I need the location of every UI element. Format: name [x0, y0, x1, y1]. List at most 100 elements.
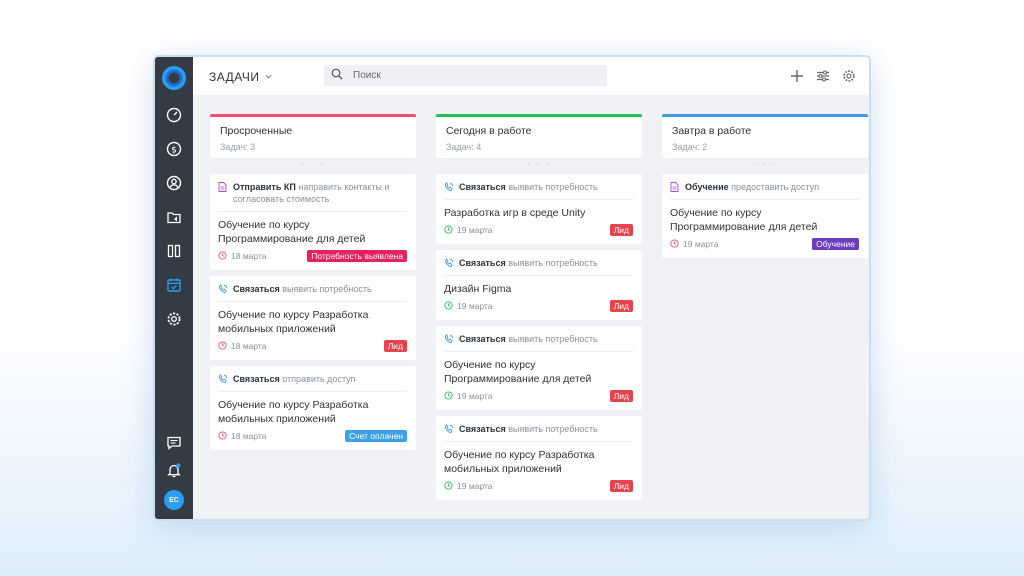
column-title: Сегодня в работе	[446, 125, 532, 137]
document-icon	[218, 181, 228, 193]
logo-icon[interactable]	[162, 66, 186, 90]
plus-icon[interactable]	[789, 68, 805, 84]
column-tomorrow: Завтра в работе Задач: 2 · · · Обучение пре…	[662, 114, 868, 264]
card-meta: 18 марта Лид	[218, 340, 407, 352]
status-badge[interactable]: Лид	[609, 480, 633, 492]
status-badge[interactable]: Лид	[609, 224, 633, 236]
card-title[interactable]: Обучение по курсу Разработка мобильных п…	[218, 308, 407, 336]
divider	[218, 301, 407, 302]
due-date: 19 марта	[444, 224, 492, 236]
task-card[interactable]: Обучение предоставить доступ Обучение по …	[662, 174, 868, 258]
column-count: Задач: 4	[446, 142, 482, 152]
divider	[670, 199, 859, 200]
page-title: ЗАДАЧИ	[209, 70, 260, 84]
contact-icon[interactable]	[164, 173, 184, 193]
task-card[interactable]: Связаться отправить доступ Обучение по ку…	[210, 366, 416, 450]
phone-icon	[444, 181, 454, 193]
task-line: Связаться выявить потребность	[444, 333, 633, 345]
clock-icon	[218, 340, 227, 352]
task-line: Связаться выявить потребность	[444, 181, 633, 193]
column-title: Завтра в работе	[672, 125, 752, 137]
chevron-down-icon	[264, 70, 273, 84]
task-card[interactable]: Связаться выявить потребность Дизайн Figm…	[436, 250, 642, 320]
dollar-icon[interactable]: $	[164, 139, 184, 159]
task-line: Обучение предоставить доступ	[670, 181, 859, 193]
kanban-icon[interactable]	[164, 241, 184, 261]
task-card[interactable]: Отправить КП направить контакты и соглас…	[210, 174, 416, 270]
column-count: Задач: 3	[220, 142, 256, 152]
sidebar: $ ЕС	[155, 57, 193, 519]
status-badge[interactable]: Потребность выявлена	[307, 250, 407, 262]
divider	[444, 351, 633, 352]
drag-handle[interactable]: · · ·	[436, 158, 642, 174]
phone-icon	[218, 373, 228, 385]
due-date-text: 18 марта	[231, 341, 267, 351]
task-action: Отправить КП	[233, 182, 296, 192]
clock-icon	[218, 250, 227, 262]
card-title[interactable]: Обучение по курсу Программирование для д…	[218, 218, 407, 246]
search-box[interactable]	[324, 65, 607, 86]
chat-icon[interactable]	[164, 433, 184, 453]
card-title[interactable]: Разработка игр в среде Unity	[444, 206, 633, 220]
bell-icon[interactable]	[164, 460, 184, 480]
card-title[interactable]: Обучение по курсу Разработка мобильных п…	[218, 398, 407, 426]
column-overdue: Просроченные Задач: 3 · · · Отправить КП на…	[210, 114, 416, 456]
card-title[interactable]: Обучение по курсу Программирование для д…	[670, 206, 859, 234]
drag-handle[interactable]: · · ·	[662, 158, 868, 174]
drag-handle[interactable]: · · ·	[210, 158, 416, 174]
gear-icon[interactable]	[841, 68, 857, 84]
search-icon	[331, 67, 343, 85]
divider	[218, 391, 407, 392]
task-action: Связаться	[459, 258, 506, 268]
divider	[444, 441, 633, 442]
clock-icon	[218, 430, 227, 442]
task-description: выявить потребность	[508, 258, 598, 268]
search-input[interactable]	[353, 70, 593, 81]
task-action: Связаться	[459, 424, 506, 434]
task-description: отправить доступ	[282, 374, 356, 384]
due-date: 18 марта	[218, 250, 266, 262]
card-title[interactable]: Обучение по курсу Разработка мобильных п…	[444, 448, 633, 476]
due-date-text: 19 марта	[683, 239, 719, 249]
status-badge[interactable]: Лид	[609, 390, 633, 402]
card-meta: 19 марта Лид	[444, 224, 633, 236]
avatar[interactable]: ЕС	[164, 490, 184, 510]
task-action: Обучение	[685, 182, 729, 192]
card-title[interactable]: Дизайн Figma	[444, 282, 633, 296]
filter-icon[interactable]	[815, 68, 831, 84]
task-card[interactable]: Связаться выявить потребность Обучение по…	[436, 416, 642, 500]
card-title[interactable]: Обучение по курсу Программирование для д…	[444, 358, 633, 386]
dashboard-icon[interactable]	[164, 105, 184, 125]
top-actions	[789, 68, 857, 84]
status-badge[interactable]: Счет оплачен	[345, 430, 407, 442]
due-date: 19 марта	[444, 390, 492, 402]
task-card[interactable]: Связаться выявить потребность Разработка …	[436, 174, 642, 244]
divider	[444, 199, 633, 200]
column-header: Завтра в работе Задач: 2	[662, 114, 868, 158]
due-date: 19 марта	[444, 300, 492, 312]
top-bar: ЗАДАЧИ	[193, 57, 869, 95]
settings-icon[interactable]	[164, 309, 184, 329]
phone-icon	[444, 423, 454, 435]
task-action: Связаться	[233, 284, 280, 294]
clock-icon	[670, 238, 679, 250]
phone-icon	[444, 257, 454, 269]
task-description: выявить потребность	[508, 182, 598, 192]
status-badge[interactable]: Лид	[609, 300, 633, 312]
folder-share-icon[interactable]	[164, 207, 184, 227]
status-badge[interactable]: Лид	[383, 340, 407, 352]
calendar-check-icon[interactable]	[164, 275, 184, 295]
task-card[interactable]: Связаться выявить потребность Обучение по…	[436, 326, 642, 410]
task-action: Связаться	[459, 334, 506, 344]
status-badge[interactable]: Обучение	[812, 238, 859, 250]
task-description: выявить потребность	[282, 284, 372, 294]
task-line: Отправить КП направить контакты и соглас…	[218, 181, 407, 205]
section-selector[interactable]: ЗАДАЧИ	[209, 70, 273, 84]
card-meta: 19 марта Лид	[444, 300, 633, 312]
task-card[interactable]: Связаться выявить потребность Обучение по…	[210, 276, 416, 360]
task-description: выявить потребность	[508, 424, 598, 434]
task-line: Связаться выявить потребность	[218, 283, 407, 295]
clock-icon	[444, 390, 453, 402]
card-meta: 19 марта Обучение	[670, 238, 859, 250]
card-meta: 19 марта Лид	[444, 390, 633, 402]
